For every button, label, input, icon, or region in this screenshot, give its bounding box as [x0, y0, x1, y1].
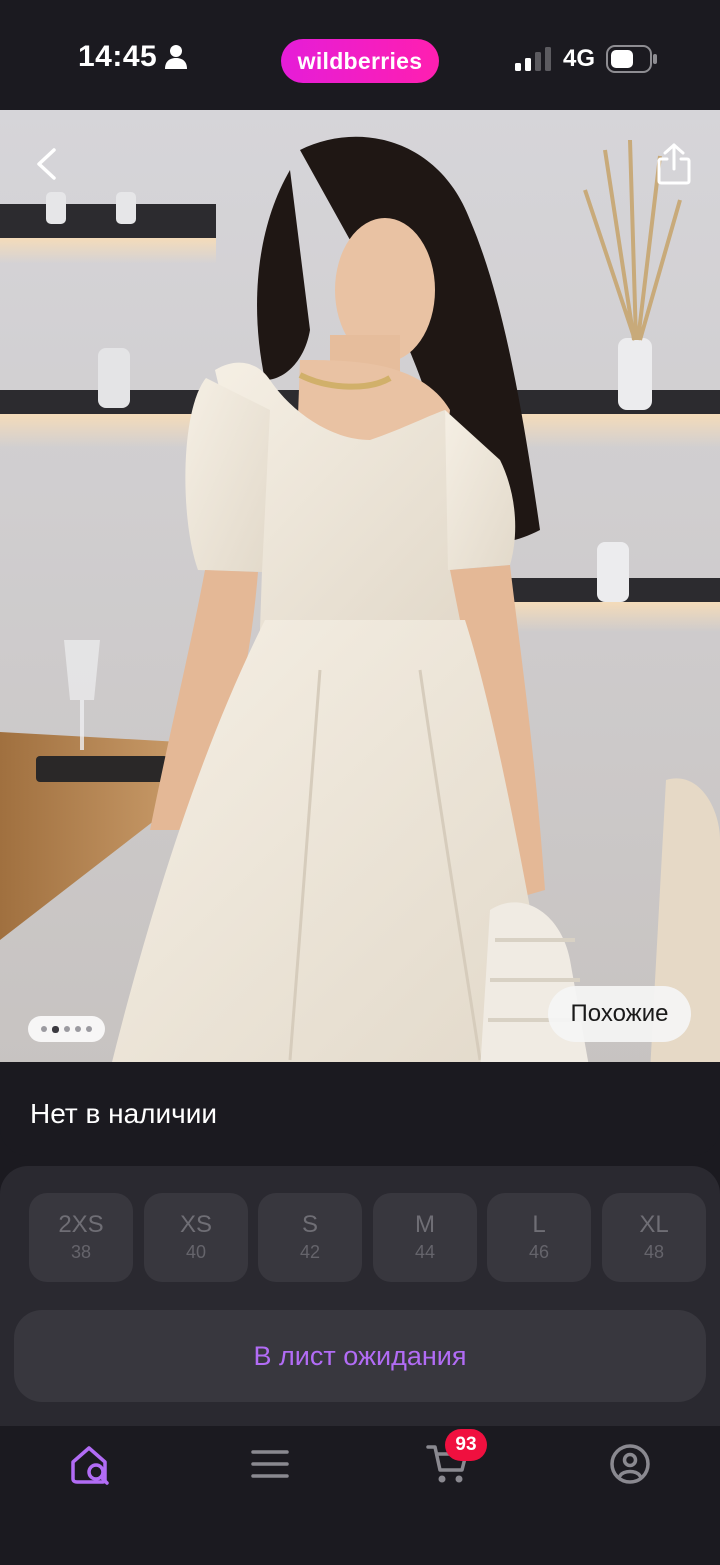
stock-status: Нет в наличии [30, 1098, 218, 1129]
menu-icon [251, 1450, 289, 1478]
size-label: M [415, 1210, 435, 1238]
status-time: 14:45 [78, 40, 158, 73]
network-type: 4G [563, 45, 596, 72]
size-option[interactable]: XL 48 [602, 1193, 706, 1282]
status-bar: 14:45 wildberries 4G [0, 0, 720, 110]
pager-dot [41, 1026, 47, 1032]
waitlist-label: В лист ожидания [253, 1340, 467, 1371]
brand-label: wildberries [297, 47, 423, 74]
similar-button[interactable]: Похожие [548, 986, 691, 1042]
pager-dot-active [52, 1025, 59, 1033]
size-label: L [532, 1210, 546, 1238]
profile-icon [610, 1444, 650, 1484]
size-option[interactable]: M 44 [373, 1193, 477, 1282]
stock-status-card: Нет в наличии [0, 1062, 720, 1156]
pager-dot [64, 1026, 70, 1032]
cart-count: 93 [455, 1434, 477, 1455]
size-ru-number: 48 [643, 1242, 665, 1263]
size-label: XS [179, 1210, 212, 1238]
waitlist-button[interactable]: В лист ожидания [14, 1310, 706, 1402]
share-button[interactable] [648, 138, 700, 190]
dress-photo-illustration [0, 110, 720, 1072]
size-option[interactable]: S 42 [258, 1193, 362, 1282]
size-ru-number: 46 [528, 1242, 550, 1263]
pager-dot [75, 1026, 81, 1032]
size-option[interactable]: XS 40 [144, 1193, 248, 1282]
size-ru-number: 42 [299, 1242, 321, 1263]
back-button[interactable] [22, 140, 70, 188]
size-label: S [301, 1210, 318, 1238]
chevron-left-icon [37, 148, 56, 180]
person-icon [165, 45, 187, 69]
search-home-icon [71, 1446, 109, 1485]
size-option[interactable]: 2XS 38 [29, 1193, 133, 1282]
cart-count-badge: 93 [445, 1429, 487, 1461]
size-label: 2XS [58, 1210, 104, 1238]
size-ru-number: 44 [414, 1242, 436, 1263]
similar-label: Похожие [570, 1000, 669, 1027]
battery-icon [606, 45, 657, 73]
brand-logo: wildberries [281, 39, 439, 83]
nav-home-search[interactable] [63, 1436, 119, 1492]
signal-icon [515, 47, 551, 71]
size-ru-number: 38 [70, 1242, 92, 1263]
size-option[interactable]: L 46 [487, 1193, 591, 1282]
pager-dot [86, 1026, 92, 1032]
share-icon [657, 143, 691, 185]
gallery-pager [28, 1016, 105, 1042]
nav-profile[interactable] [602, 1436, 658, 1492]
size-label: XL [639, 1210, 669, 1238]
nav-catalog[interactable] [242, 1436, 298, 1492]
size-ru-number: 40 [185, 1242, 207, 1263]
product-photo[interactable]: Похожие [0, 110, 720, 1072]
